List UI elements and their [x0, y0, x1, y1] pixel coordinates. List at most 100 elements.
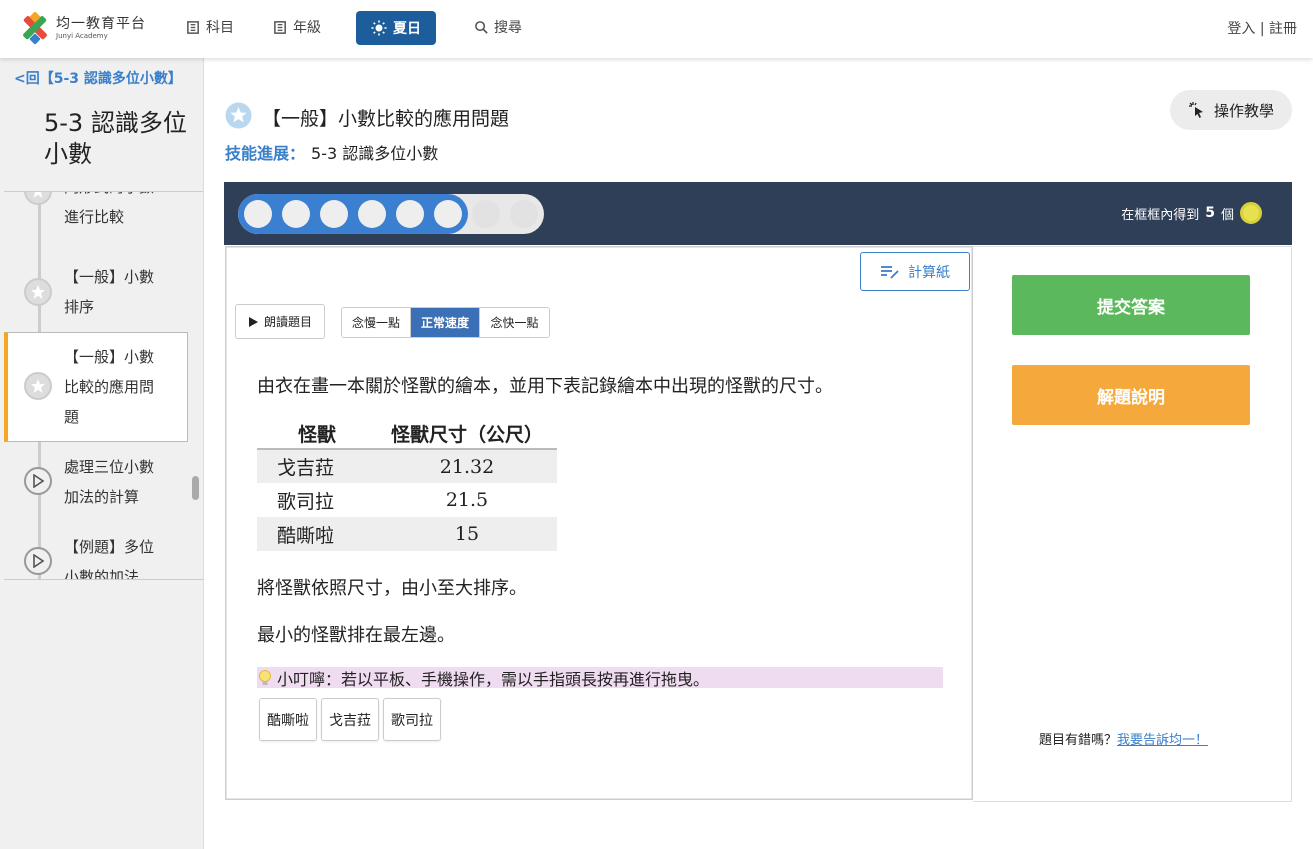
play-icon	[248, 316, 258, 327]
skill-progress-label: 技能進展：	[225, 144, 306, 163]
monster-table: 怪獸 怪獸尺寸（公尺） 戈吉菈 21.32 歌司拉 21.5 酷嘶啦 15	[257, 419, 557, 551]
streak-dot	[358, 200, 386, 228]
skill-item-label-2: 加法的計算	[64, 488, 140, 506]
skill-item-label-1: 【一般】小數	[64, 268, 155, 286]
streak-dot	[396, 200, 424, 228]
sidebar-scrollbar[interactable]	[192, 476, 199, 500]
book-icon	[274, 20, 286, 34]
pencil-lines-icon	[881, 265, 899, 279]
play-icon	[24, 547, 52, 575]
nav-grades[interactable]: 年級	[273, 17, 321, 37]
star-icon	[24, 192, 52, 205]
streak-dot	[434, 200, 462, 228]
streak-goal-prefix: 在框框內得到	[1121, 207, 1200, 223]
skill-item-label-3: 題	[64, 408, 80, 426]
skill-progress-value[interactable]: 5-3 認識多位小數	[311, 144, 438, 163]
streak-dot	[320, 200, 348, 228]
sortable-chips: 酷嘶啦 戈吉菈 歌司拉	[259, 698, 441, 741]
skill-item-label-1: 同形式的小數	[64, 192, 174, 202]
register-link[interactable]: 註冊	[1269, 21, 1297, 37]
skill-item-label-2: 進行比較	[64, 208, 125, 226]
logo-text: 均一教育平台	[56, 16, 146, 32]
streak-goal: 在框框內得到 5 個	[1121, 202, 1262, 224]
star-badge-icon	[225, 102, 252, 129]
auth-divider: |	[1259, 21, 1265, 37]
drag-tip: 小叮嚀：若以平板、手機操作，需以手指頭長按再進行拖曳。	[257, 667, 943, 689]
report-error: 題目有錯嗎？我要告訴均一！	[1039, 729, 1208, 748]
drag-tip-text: 小叮嚀：若以平板、手機操作，需以手指頭長按再進行拖曳。	[277, 669, 710, 689]
search-icon	[475, 20, 488, 34]
speed-selector: 念慢一點 正常速度 念快一點	[341, 307, 550, 338]
scratchpad-label: 計算紙	[908, 264, 950, 281]
draggable-chip[interactable]: 戈吉菈	[321, 698, 379, 741]
report-link[interactable]: 我要告訴均一！	[1117, 733, 1208, 748]
read-aloud-button[interactable]: 朗讀題目	[235, 304, 325, 339]
draggable-chip[interactable]: 酷嘶啦	[259, 698, 317, 741]
monster-size: 21.32	[377, 449, 557, 483]
streak-dot	[282, 200, 310, 228]
streak-bar: 在框框內得到 5 個	[224, 182, 1292, 245]
table-row: 歌司拉 21.5	[257, 483, 557, 517]
monster-size: 21.5	[445, 489, 489, 511]
nav-subjects[interactable]: 科目	[186, 17, 234, 37]
skill-item[interactable]: 【例題】多位 小數的加法	[4, 532, 188, 579]
star-icon	[24, 278, 52, 306]
question-instruction-1: 將怪獸依照尺寸，由小至大排序。	[257, 578, 527, 599]
problem-area: 計算紙 朗讀題目 念慢一點 正常速度 念快一點 由衣在畫一本關於怪獸的繪本，並用…	[225, 246, 973, 800]
junyi-logo[interactable]: 均一教育平台 Junyi Academy	[18, 11, 154, 47]
nav-summer[interactable]: 夏日	[356, 11, 436, 45]
skill-list[interactable]: 同形式的小數 進行比較 【一般】小數 排序 【一般】小數 比較的應用問 題 處理…	[4, 191, 203, 580]
nav-search[interactable]: 搜尋	[474, 17, 522, 37]
sun-icon	[371, 20, 387, 36]
skill-item-label-1: 【例題】多位	[64, 538, 155, 556]
skill-item-label-1: 處理三位小數	[64, 458, 155, 476]
coin-icon	[1240, 202, 1262, 224]
streak-progress	[238, 194, 544, 234]
table-row: 戈吉菈 21.32	[257, 449, 557, 483]
sidebar: <回【5-3 認識多位小數】 5-3 認識多位小數 同形式的小數 進行比較 【一…	[0, 58, 204, 849]
book-icon	[187, 20, 199, 34]
streak-dot	[510, 200, 538, 228]
submit-answer-button[interactable]: 提交答案	[1012, 275, 1250, 335]
skill-item-active[interactable]: 【一般】小數 比較的應用問 題	[4, 332, 188, 442]
cursor-click-icon	[1188, 102, 1203, 118]
exercise-title: 【一般】小數比較的應用問題	[262, 108, 510, 130]
logo-subtext: Junyi Academy	[56, 32, 108, 40]
skill-item-label-1: 【一般】小數	[64, 348, 155, 366]
monster-name: 酷嘶啦	[257, 517, 377, 551]
tutorial-button[interactable]: 操作教學	[1170, 90, 1292, 130]
monster-name: 歌司拉	[277, 490, 335, 513]
report-text: 題目有錯嗎？	[1039, 733, 1118, 748]
junyi-logo-icon	[23, 11, 47, 45]
login-link[interactable]: 登入	[1227, 21, 1255, 37]
tutorial-label: 操作教學	[1213, 101, 1274, 120]
lightbulb-icon	[259, 669, 271, 685]
streak-dot	[472, 200, 500, 228]
speed-slow-button[interactable]: 念慢一點	[342, 308, 411, 337]
nav-grades-label: 年級	[293, 20, 321, 36]
streak-dot	[244, 200, 272, 228]
monster-size: 15	[377, 517, 557, 551]
solution-button[interactable]: 解題說明	[1012, 365, 1250, 425]
nav-search-label: 搜尋	[494, 20, 522, 36]
skill-item-label-2: 排序	[64, 298, 95, 316]
streak-goal-count: 5	[1205, 205, 1215, 221]
speed-fast-button[interactable]: 念快一點	[480, 308, 549, 337]
draggable-chip[interactable]: 歌司拉	[383, 698, 441, 741]
question-instruction-2: 最小的怪獸排在最左邊。	[257, 625, 455, 646]
sidebar-title: 5-3 認識多位小數	[44, 109, 187, 168]
table-header: 怪獸	[257, 419, 377, 450]
play-icon	[24, 467, 52, 495]
scratchpad-button[interactable]: 計算紙	[860, 252, 970, 291]
speed-normal-button[interactable]: 正常速度	[411, 308, 480, 337]
monster-name: 戈吉菈	[257, 449, 377, 483]
star-icon	[24, 372, 52, 400]
top-nav: 均一教育平台 Junyi Academy 科目 年級 夏日 搜尋 登入 | 註冊	[0, 0, 1313, 58]
skill-progress: 技能進展： 5-3 認識多位小數	[225, 140, 438, 164]
back-link[interactable]: <回【5-3 認識多位小數】	[14, 68, 182, 88]
question-intro: 由衣在畫一本關於怪獸的繪本，並用下表記錄繪本中出現的怪獸的尺寸。	[257, 376, 833, 397]
table-row: 酷嘶啦 15	[257, 517, 557, 551]
nav-subjects-label: 科目	[206, 20, 234, 36]
skill-item-label-2: 比較的應用問	[64, 378, 155, 396]
streak-goal-suffix: 個	[1220, 207, 1234, 223]
